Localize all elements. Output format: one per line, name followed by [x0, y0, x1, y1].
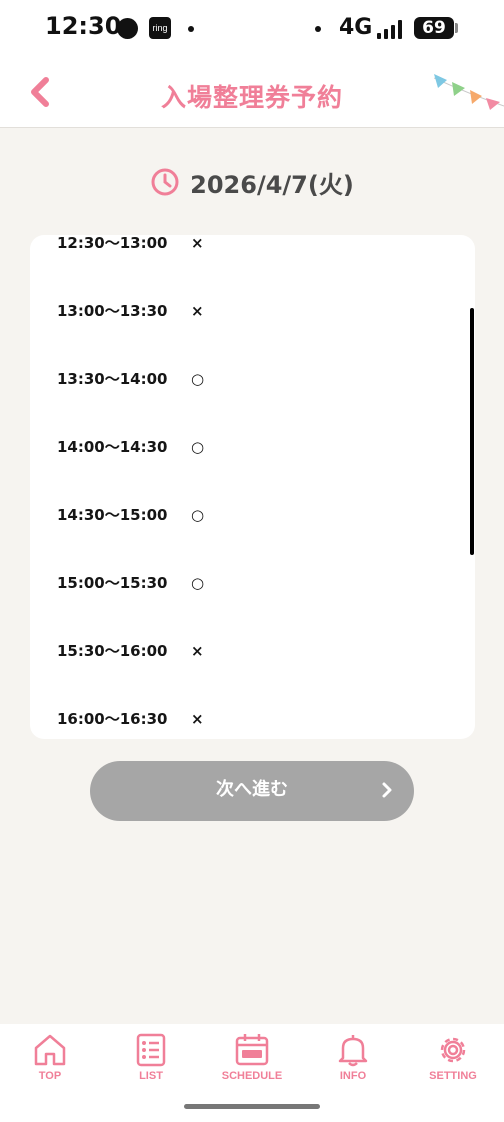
time-slot-label: 14:00〜14:30: [57, 438, 168, 456]
nav-item-top[interactable]: TOP: [0, 1032, 100, 1092]
time-slot-row[interactable]: 14:30〜15:00 ○: [30, 495, 475, 535]
availability-mark: ×: [191, 235, 204, 252]
app-header: 入場整理券予約: [0, 58, 504, 128]
nav-item-setting[interactable]: SETTING: [403, 1032, 503, 1092]
nav-item-info[interactable]: INFO: [303, 1032, 403, 1092]
next-button[interactable]: 次へ進む: [90, 761, 414, 821]
selected-date: 2026/4/7(火): [190, 170, 354, 199]
battery-icon: [455, 23, 458, 33]
nav-label-list: LIST: [139, 1070, 163, 1082]
list-icon: [136, 1033, 166, 1067]
nav-label-top: TOP: [38, 1070, 62, 1082]
status-time: 12:30: [45, 12, 122, 40]
time-slot-row[interactable]: 14:00〜14:30 ○: [30, 427, 475, 467]
time-slot-label: 14:30〜15:00: [57, 506, 168, 524]
time-slot-label: 12:30〜13:00: [57, 235, 168, 252]
nav-label-info: INFO: [339, 1070, 367, 1082]
time-slot-row[interactable]: 13:00〜13:30 ×: [30, 291, 475, 331]
time-slot-label: 15:30〜16:00: [57, 642, 168, 660]
calendar-ticket-icon: [235, 1034, 269, 1066]
notification-dot-icon: [188, 26, 194, 32]
status-bar: 12:30 ring 4G 69: [0, 0, 504, 58]
next-button-label: 次へ進む: [216, 779, 288, 800]
bunting-decoration-icon: [434, 74, 504, 110]
gear-icon: [440, 1037, 466, 1063]
scrollbar[interactable]: [470, 308, 474, 555]
battery-level: 69: [414, 17, 454, 39]
availability-mark: ○: [191, 438, 205, 456]
time-slot-row[interactable]: 13:30〜14:00 ○: [30, 359, 475, 399]
availability-mark: ○: [191, 506, 205, 524]
nav-item-list[interactable]: LIST: [101, 1032, 201, 1092]
date-row: 2026/4/7(火): [0, 164, 504, 200]
signal-strength-icon: [377, 19, 407, 39]
clock-icon: [151, 168, 179, 196]
time-slot-label: 15:00〜15:30: [57, 574, 168, 592]
nav-item-schedule[interactable]: SCHEDULE: [202, 1032, 302, 1092]
time-slot-label: 13:00〜13:30: [57, 302, 168, 320]
time-slot-row[interactable]: 16:00〜16:30 ×: [30, 699, 475, 739]
ring-app-icon: ring: [149, 17, 171, 39]
time-slot-row[interactable]: 15:30〜16:00 ×: [30, 631, 475, 671]
availability-mark: ×: [191, 642, 204, 660]
home-icon: [34, 1034, 66, 1066]
home-indicator: [184, 1104, 320, 1109]
availability-mark: ○: [191, 370, 205, 388]
time-slot-list[interactable]: 12:30〜13:00 × 13:00〜13:30 × 13:30〜14:00 ○ 14:0…: [30, 235, 475, 739]
availability-mark: ×: [191, 710, 204, 728]
network-type: 4G: [339, 15, 373, 40]
time-slot-label: 16:00〜16:30: [57, 710, 168, 728]
availability-mark: ○: [191, 574, 205, 592]
availability-mark: ×: [191, 302, 204, 320]
page-title: 入場整理券予約: [160, 83, 343, 112]
time-slot-row[interactable]: 12:30〜13:00 ×: [30, 235, 475, 263]
nav-label-schedule: SCHEDULE: [221, 1070, 283, 1082]
notification-dot-icon: [315, 26, 321, 32]
time-slot-row[interactable]: 15:00〜15:30 ○: [30, 563, 475, 603]
time-slot-label: 13:30〜14:00: [57, 370, 168, 388]
chevron-right-icon: [382, 782, 392, 798]
recording-indicator-icon: [117, 18, 138, 39]
bell-icon: [338, 1035, 368, 1067]
nav-label-setting: SETTING: [429, 1070, 477, 1082]
